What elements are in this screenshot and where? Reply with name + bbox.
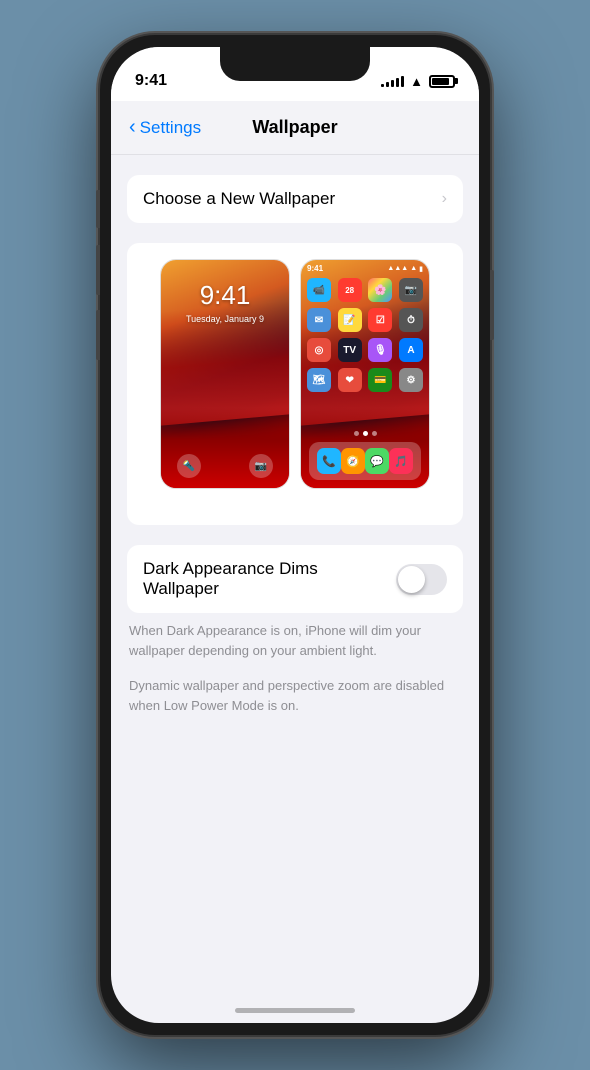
home-indicator[interactable]	[235, 1008, 355, 1013]
reminders-icon: ☑	[368, 308, 392, 332]
app-grid: 📹 28 🌸 📷 ✉ 📝 ☑	[307, 278, 423, 398]
dock-music-icon: 🎵	[389, 448, 413, 474]
page-dots	[301, 431, 429, 436]
home-signal-icon: ▲▲▲	[387, 265, 408, 272]
dock-messages-icon: 💬	[365, 448, 389, 474]
notes-icon: 📝	[338, 308, 362, 332]
app-row-4: 🗺 ❤ 💳 ⚙	[307, 368, 423, 392]
wallpaper-preview-section: 9:41 Tuesday, January 9 🔦 📷	[143, 243, 447, 505]
appstore-icon: A	[399, 338, 423, 362]
silent-button[interactable]	[96, 190, 100, 228]
home-screen-preview[interactable]: 9:41 ▲▲▲ ▲ ▮	[300, 259, 430, 489]
health-icon: ❤	[338, 368, 362, 392]
app-row-3: ◎ TV 🎙 A	[307, 338, 423, 362]
notch	[220, 47, 370, 81]
choose-wallpaper-card: Choose a New Wallpaper ›	[127, 175, 463, 223]
facetime-icon: 📹	[307, 278, 331, 302]
page-dot-2	[363, 431, 368, 436]
preview-container: 9:41 Tuesday, January 9 🔦 📷	[159, 259, 431, 489]
back-chevron-icon: ‹	[129, 116, 136, 139]
dark-appearance-row: Dark Appearance Dims Wallpaper	[127, 545, 463, 613]
settings-icon: ⚙	[399, 368, 423, 392]
choose-wallpaper-label: Choose a New Wallpaper	[143, 189, 335, 209]
dock-phone-icon: 📞	[317, 448, 341, 474]
choose-wallpaper-row[interactable]: Choose a New Wallpaper ›	[127, 175, 463, 223]
news-icon: ◎	[307, 338, 331, 362]
phone-screen: 9:41 ▲ ‹ Settings Wallpa	[111, 47, 479, 1023]
volume-down-button[interactable]	[96, 310, 100, 360]
signal-icon	[381, 75, 404, 87]
dark-appearance-label: Dark Appearance Dims Wallpaper	[143, 559, 384, 599]
page-dot-1	[354, 431, 359, 436]
wallet-icon: 💳	[368, 368, 392, 392]
lock-date: Tuesday, January 9	[161, 314, 289, 324]
page-dot-3	[372, 431, 377, 436]
page-title: Wallpaper	[252, 117, 337, 138]
camera-icon: 📷	[399, 278, 423, 302]
back-label: Settings	[140, 118, 201, 138]
toggle-knob	[398, 566, 425, 593]
description-low-power: Dynamic wallpaper and perspective zoom a…	[127, 676, 463, 715]
wifi-icon: ▲	[410, 74, 423, 89]
home-battery-icon: ▮	[419, 265, 423, 273]
row-chevron-icon: ›	[442, 190, 447, 208]
back-button[interactable]: ‹ Settings	[129, 117, 201, 139]
toggle-section: Dark Appearance Dims Wallpaper	[127, 545, 463, 613]
home-wifi-icon: ▲	[410, 265, 417, 272]
app-row-2: ✉ 📝 ☑ ⏱	[307, 308, 423, 332]
description-dark-appearance: When Dark Appearance is on, iPhone will …	[127, 621, 463, 660]
podcasts-icon: 🎙	[368, 338, 392, 362]
content-area: Choose a New Wallpaper › 9:41 Tuesday, J…	[111, 155, 479, 1023]
phone-frame: 9:41 ▲ ‹ Settings Wallpa	[100, 35, 490, 1035]
dock: 📞 🧭 💬 🎵	[309, 442, 421, 480]
power-button[interactable]	[490, 270, 494, 340]
app-row-1: 📹 28 🌸 📷	[307, 278, 423, 302]
wallpaper-preview-card: 9:41 Tuesday, January 9 🔦 📷	[127, 243, 463, 525]
clock-icon: ⏱	[399, 308, 423, 332]
mail-icon: ✉	[307, 308, 331, 332]
camera-icon: 📷	[249, 454, 273, 478]
flashlight-icon: 🔦	[177, 454, 201, 478]
battery-fill	[432, 78, 449, 85]
lock-screen-bg: 9:41 Tuesday, January 9 🔦 📷	[161, 260, 289, 488]
home-status-icons: ▲▲▲ ▲ ▮	[387, 265, 423, 273]
status-time: 9:41	[135, 72, 167, 90]
photos-icon: 🌸	[368, 278, 392, 302]
status-icons: ▲	[381, 74, 455, 89]
dock-safari-icon: 🧭	[341, 448, 365, 474]
home-screen-bg: 9:41 ▲▲▲ ▲ ▮	[301, 260, 429, 488]
maps-icon: 🗺	[307, 368, 331, 392]
lock-screen-preview[interactable]: 9:41 Tuesday, January 9 🔦 📷	[160, 259, 290, 489]
nav-bar: ‹ Settings Wallpaper	[111, 101, 479, 155]
battery-icon	[429, 75, 455, 88]
lock-time: 9:41	[161, 280, 289, 311]
dark-appearance-toggle[interactable]	[396, 564, 447, 595]
volume-up-button[interactable]	[96, 245, 100, 295]
calendar-icon: 28	[338, 278, 362, 302]
tv-icon: TV	[338, 338, 362, 362]
home-status-bar: 9:41 ▲▲▲ ▲ ▮	[307, 264, 423, 273]
home-status-time: 9:41	[307, 264, 323, 273]
